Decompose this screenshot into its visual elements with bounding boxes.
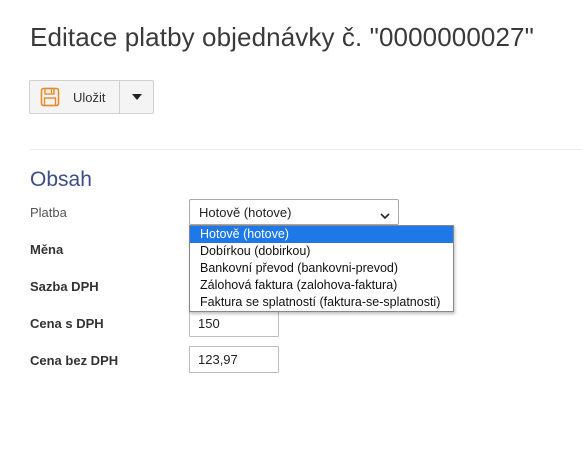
save-icon <box>40 87 60 107</box>
chevron-down-icon <box>380 208 390 220</box>
section-divider <box>29 149 582 150</box>
save-button[interactable]: Uložit <box>30 81 120 113</box>
platba-option[interactable]: Dobírkou (dobirkou) <box>190 243 453 260</box>
platba-option[interactable]: Zálohová faktura (zalohova-faktura) <box>190 277 453 294</box>
platba-select[interactable]: Hotově (hotove) <box>189 199 399 225</box>
platba-label: Platba <box>30 205 67 220</box>
save-button-group: Uložit <box>29 80 154 114</box>
cena-bez-dph-input[interactable]: 123,97 <box>189 346 279 373</box>
section-title: Obsah <box>30 168 92 191</box>
platba-option[interactable]: Hotově (hotove) <box>190 226 453 243</box>
save-options-dropdown-button[interactable] <box>120 81 153 113</box>
sazba-dph-label: Sazba DPH <box>30 279 99 294</box>
cena-bez-dph-label: Cena bez DPH <box>30 353 119 368</box>
cena-s-dph-label: Cena s DPH <box>30 316 104 331</box>
cena-bez-dph-value: 123,97 <box>198 352 238 367</box>
platba-option[interactable]: Faktura se splatností (faktura-se-splatn… <box>190 294 453 311</box>
cena-s-dph-value: 150 <box>198 316 220 331</box>
mena-label: Měna <box>30 242 64 257</box>
platba-dropdown-list: Hotově (hotove) Dobírkou (dobirkou) Bank… <box>189 225 454 312</box>
caret-down-icon <box>131 94 142 100</box>
cena-s-dph-input[interactable]: 150 <box>189 310 279 337</box>
page-title: Editace platby objednávky č. "0000000027… <box>30 22 534 52</box>
platba-select-value: Hotově (hotove) <box>199 204 292 220</box>
save-button-label: Uložit <box>73 89 106 105</box>
platba-option[interactable]: Bankovní převod (bankovni-prevod) <box>190 260 453 277</box>
